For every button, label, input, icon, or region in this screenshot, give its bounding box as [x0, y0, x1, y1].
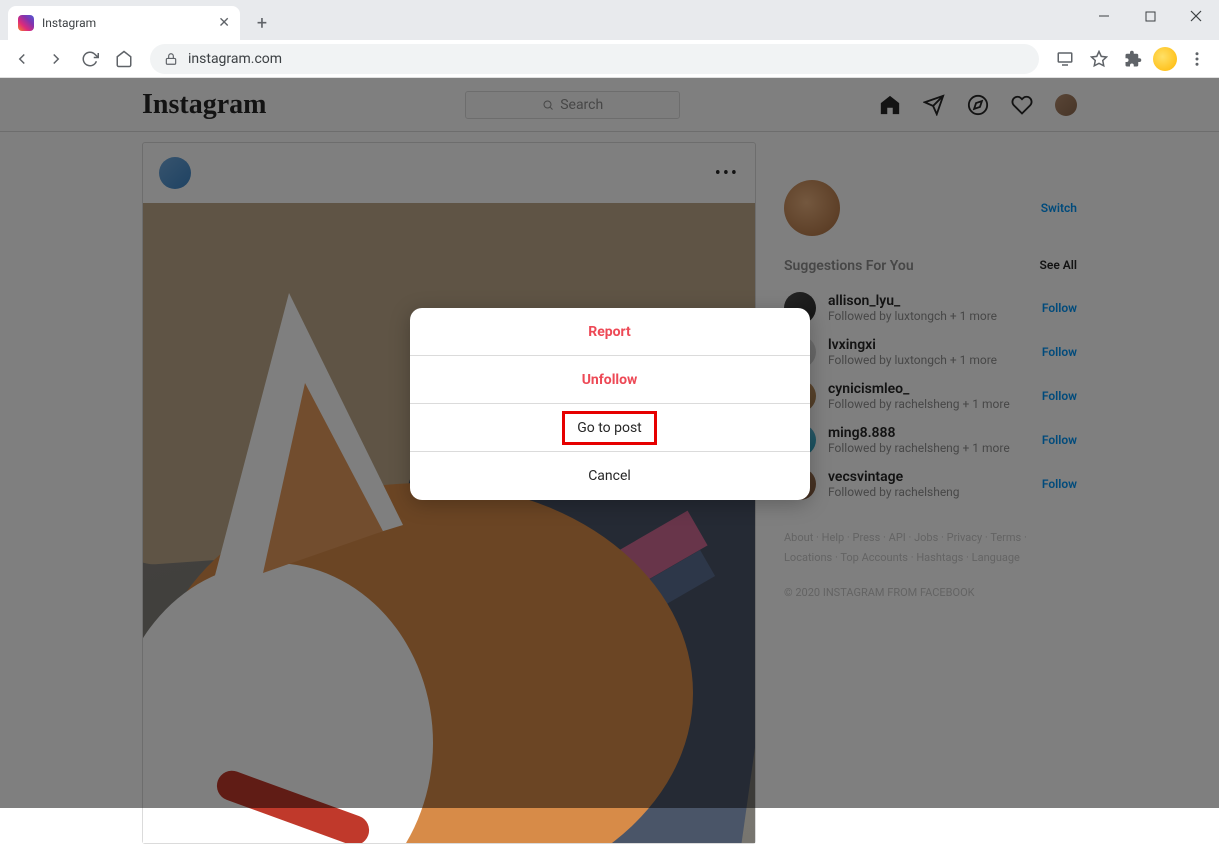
extension-avatar-icon[interactable]	[1153, 47, 1177, 71]
new-tab-button[interactable]: +	[248, 9, 276, 37]
browser-toolbar: instagram.com	[0, 40, 1219, 78]
extensions-icon[interactable]	[1119, 45, 1147, 73]
browser-menu-icon[interactable]	[1183, 45, 1211, 73]
window-maximize-button[interactable]	[1127, 0, 1173, 32]
dialog-unfollow-button[interactable]: Unfollow	[410, 356, 810, 404]
browser-tab-strip: Instagram ✕ +	[0, 0, 1219, 40]
instagram-favicon-icon	[18, 15, 34, 31]
lock-icon	[164, 52, 178, 66]
dialog-report-button[interactable]: Report	[410, 308, 810, 356]
browser-tab[interactable]: Instagram ✕	[8, 6, 240, 40]
window-minimize-button[interactable]	[1081, 0, 1127, 32]
dialog-cancel-button[interactable]: Cancel	[410, 452, 810, 500]
desktop-icon[interactable]	[1051, 45, 1079, 73]
address-bar[interactable]: instagram.com	[150, 44, 1039, 74]
dialog-go-to-post-button[interactable]: Go to post	[410, 404, 810, 452]
reload-button[interactable]	[76, 45, 104, 73]
tab-title: Instagram	[42, 16, 210, 30]
url-text: instagram.com	[188, 51, 282, 67]
back-button[interactable]	[8, 45, 36, 73]
close-tab-icon[interactable]: ✕	[218, 15, 230, 31]
bookmark-star-icon[interactable]	[1085, 45, 1113, 73]
window-close-button[interactable]	[1173, 0, 1219, 32]
post-options-dialog: Report Unfollow Go to post Cancel	[410, 308, 810, 500]
forward-button[interactable]	[42, 45, 70, 73]
home-button[interactable]	[110, 45, 138, 73]
